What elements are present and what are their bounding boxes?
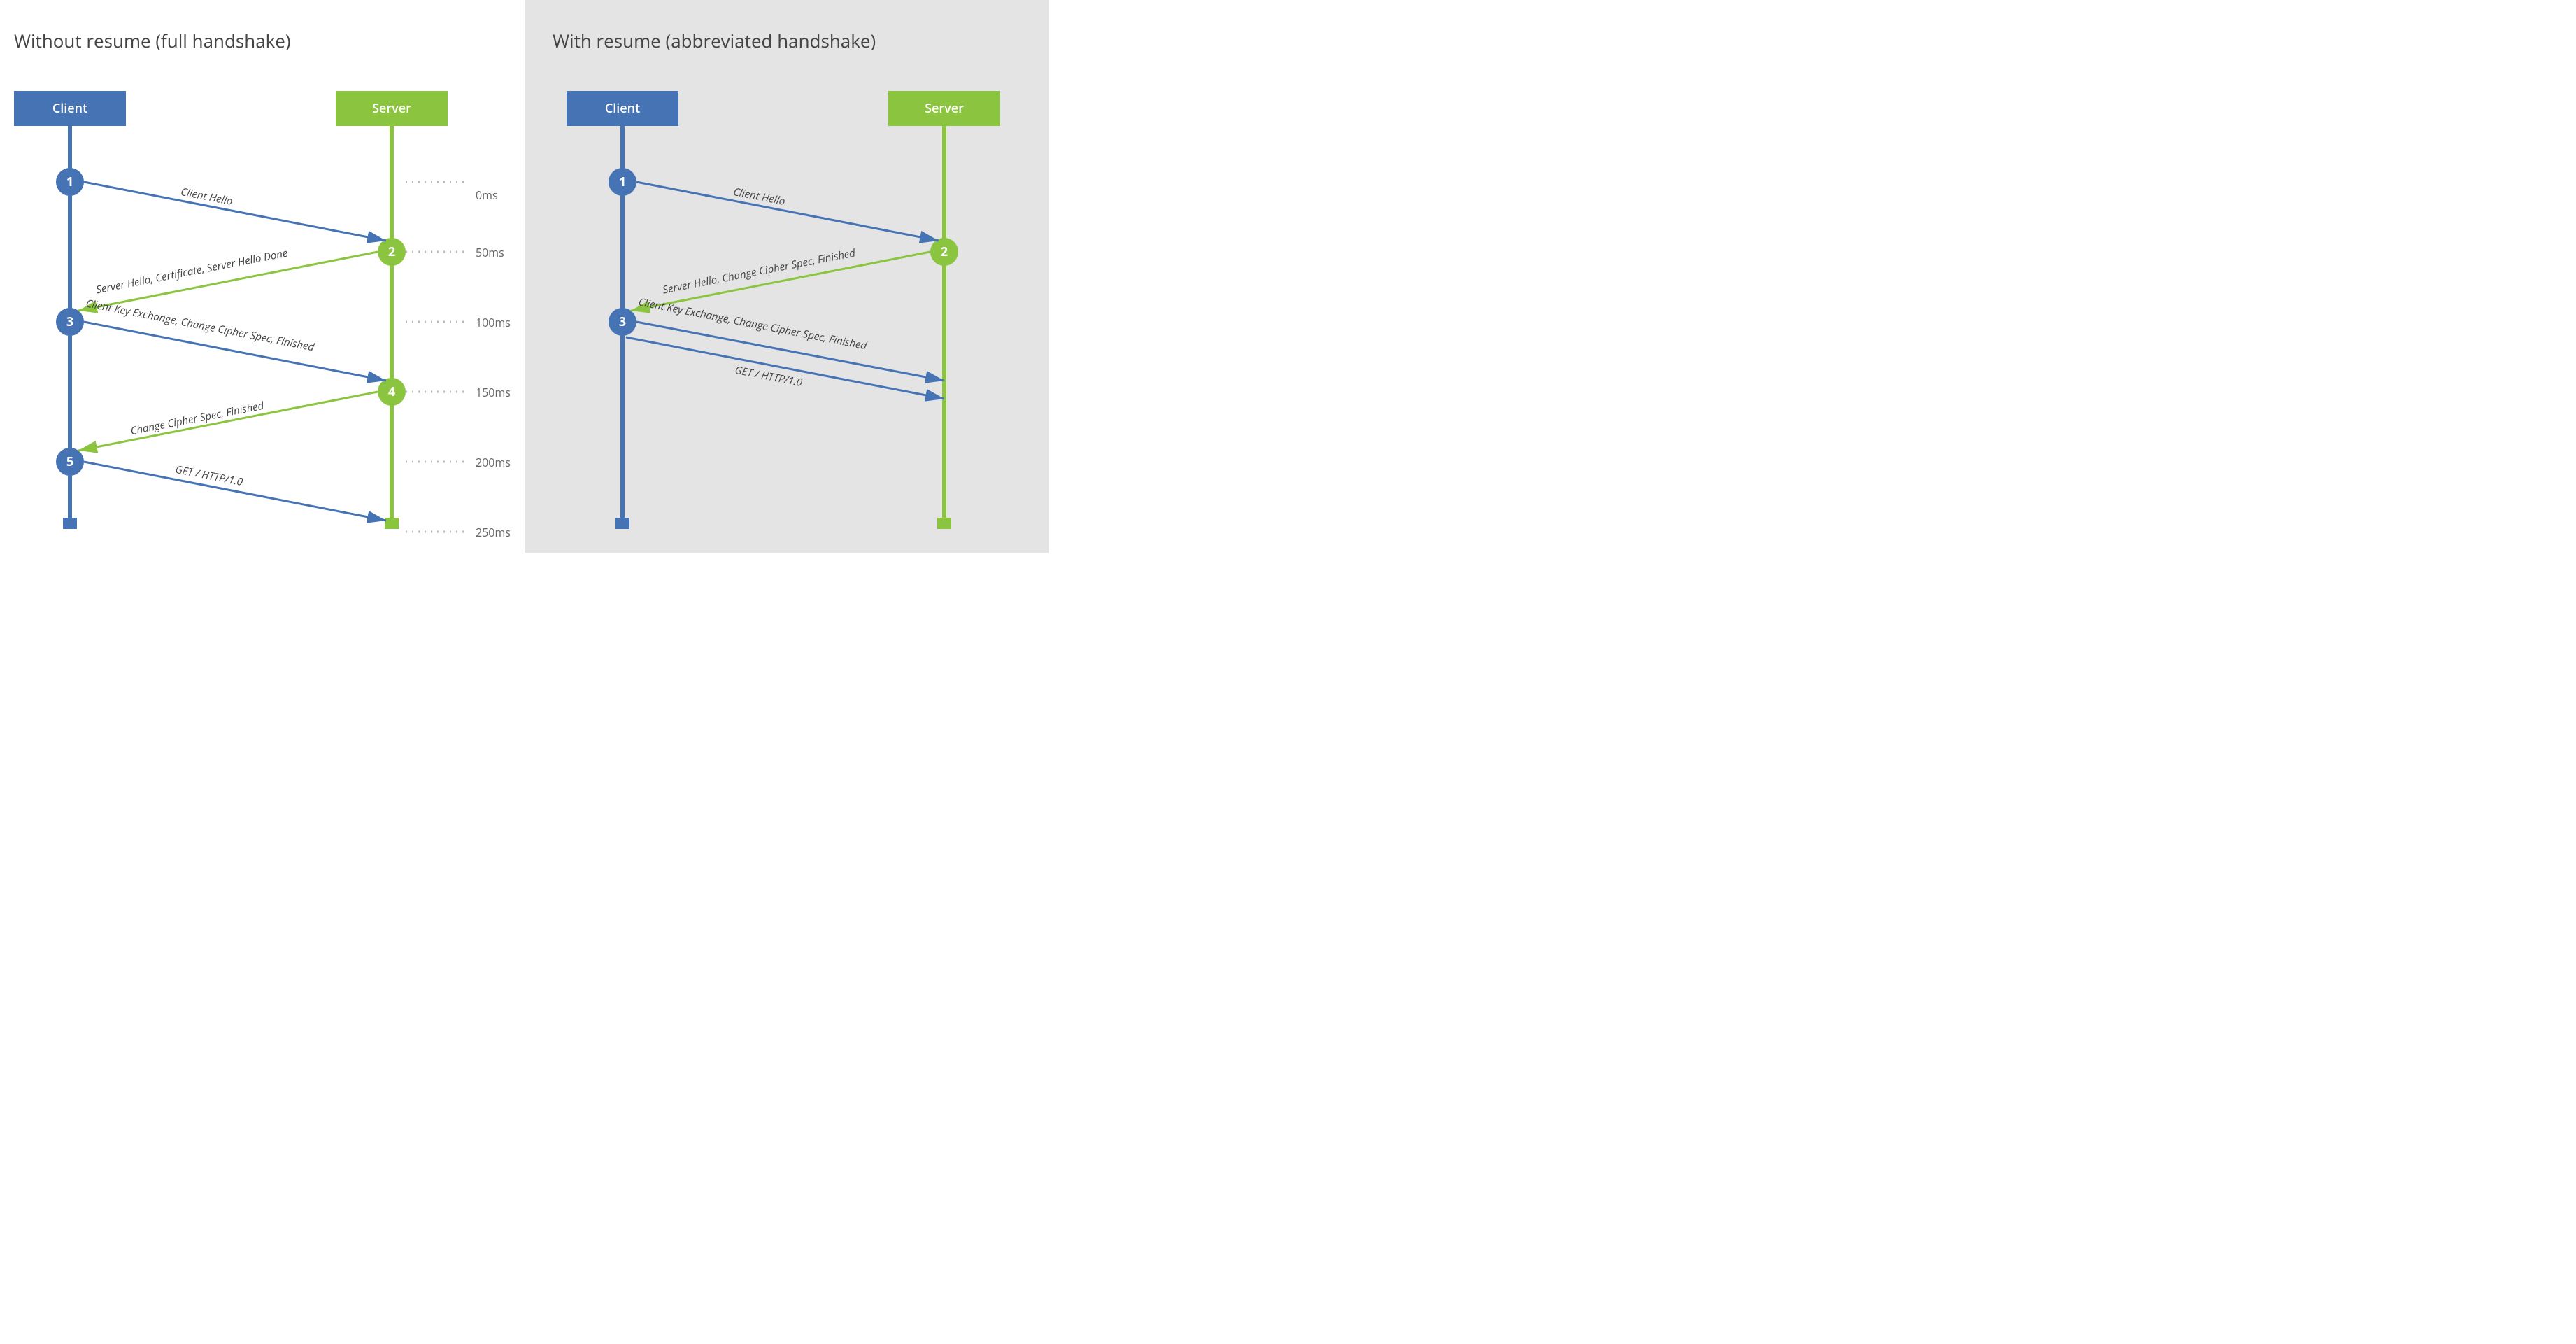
msg-2: Server Hello, Certificate, Server Hello … xyxy=(95,246,289,297)
panel-title: Without resume (full handshake) xyxy=(14,28,291,53)
lifeline-server xyxy=(390,126,394,518)
panel-title: With resume (abbreviated handshake) xyxy=(553,28,876,53)
time-150: 150ms xyxy=(476,385,511,400)
actor-client: Client xyxy=(567,91,678,126)
lifeline-server xyxy=(942,126,946,518)
msg-3: Client Key Exchange, Change Cipher Spec,… xyxy=(85,297,315,355)
msg-2: Server Hello, Change Cipher Spec, Finish… xyxy=(662,246,857,297)
time-0: 0ms xyxy=(476,188,498,203)
msg-4: Change Cipher Spec, Finished xyxy=(129,399,265,439)
step-1: 1 xyxy=(609,168,636,196)
lifeline-server-end xyxy=(937,518,951,529)
actor-server: Server xyxy=(888,91,1000,126)
msg-3: Client Key Exchange, Change Cipher Spec,… xyxy=(637,295,868,353)
actor-server: Server xyxy=(336,91,448,126)
panel-abbreviated-handshake: With resume (abbreviated handshake) Clie… xyxy=(525,0,1049,553)
panel-full-handshake: Without resume (full handshake) Client S… xyxy=(0,0,525,553)
time-250: 250ms xyxy=(476,525,511,540)
step-2: 2 xyxy=(930,238,958,266)
handshake-diagram: Without resume (full handshake) Client S… xyxy=(0,0,1049,553)
lifeline-client-end xyxy=(63,518,77,529)
lifeline-server-end xyxy=(385,518,399,529)
step-1: 1 xyxy=(56,168,84,196)
time-50: 50ms xyxy=(476,245,504,260)
arrows-right xyxy=(525,0,1049,553)
msg-1: Client Hello xyxy=(180,185,234,208)
step-3: 3 xyxy=(609,308,636,336)
msg-1: Client Hello xyxy=(732,185,786,208)
actor-client: Client xyxy=(14,91,126,126)
msg-5: GET / HTTP/1.0 xyxy=(174,462,244,489)
time-100: 100ms xyxy=(476,315,511,330)
msg-4: GET / HTTP/1.0 xyxy=(734,363,804,390)
step-5: 5 xyxy=(56,448,84,476)
step-3: 3 xyxy=(56,308,84,336)
step-2: 2 xyxy=(378,238,406,266)
step-4: 4 xyxy=(378,378,406,406)
lifeline-client-end xyxy=(615,518,629,529)
time-200: 200ms xyxy=(476,455,511,470)
